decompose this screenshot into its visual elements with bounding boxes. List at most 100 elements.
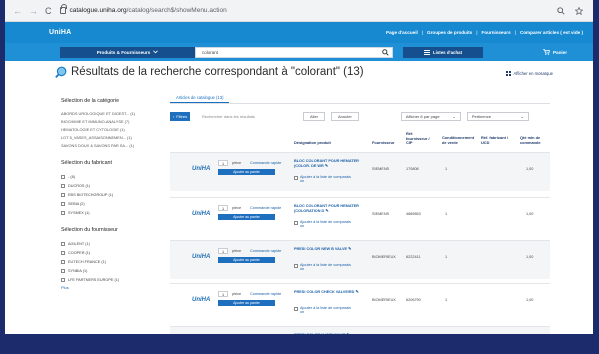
filters-button[interactable]: ‹ Filtres <box>170 111 190 121</box>
product-designation-link[interactable]: BLOC COLORANT POUR HEMATER (COLORATION D… <box>294 204 364 214</box>
manufacturer-checkbox[interactable]: EBS BIOTECHGROUP (1) <box>61 190 157 199</box>
table-row: UniHA1pièceCommande rapideAjouter au pan… <box>170 326 550 334</box>
unit-label: pièce <box>232 249 242 253</box>
quick-order-link[interactable]: Commande rapide <box>250 206 281 210</box>
quick-order-link[interactable]: Commande rapide <box>250 249 281 253</box>
supplier-checkbox[interactable]: COOPER (1) <box>61 248 157 257</box>
min-qty-cell: 1,00 <box>526 167 534 171</box>
unit-label: pièce <box>232 161 242 165</box>
compare-checkbox[interactable]: Ajouter à la liste de comparais on <box>294 263 356 272</box>
category-item[interactable]: LOT 5_VASES_ASSAISONNEMEN... (1) <box>61 134 157 142</box>
compare-checkbox[interactable]: Ajouter à la liste de comparais on <box>294 175 356 184</box>
supplier-cell: BIOMERIEUX <box>372 255 396 259</box>
quantity-input[interactable]: 1 <box>218 248 228 254</box>
forward-icon[interactable]: → <box>29 6 38 16</box>
supplier-ref-cell: 6222411 <box>406 255 421 259</box>
product-designation-link[interactable]: PRESI COLOR NEW B VALVE ✎ <box>294 247 364 252</box>
product-designation-link[interactable]: PRESI COLOR N /C/E VALVE ✎ <box>294 333 364 334</box>
cart-button[interactable]: Panier <box>543 49 567 55</box>
add-to-cart-button[interactable]: Ajouter au panier <box>218 214 275 220</box>
add-to-cart-button[interactable]: Ajouter au panier <box>218 257 275 263</box>
col-supplier[interactable]: Fournisseur <box>372 140 394 145</box>
search-input[interactable]: colorant <box>195 46 393 58</box>
sort-select[interactable]: Pertinence ⌄ <box>466 111 529 121</box>
product-logo: UniHA <box>192 254 211 260</box>
results-toolbar: ‹ Filtres Rechercher dans les résultats A… <box>170 110 550 122</box>
product-designation-link[interactable]: BLOC COLORANT POUR HEMATER (COLOR. DE WR… <box>294 159 364 169</box>
supplier-checkbox[interactable]: LFE PARTNERS EUROPE (1) <box>61 275 157 284</box>
edit-icon: ✎ <box>347 333 350 334</box>
supplier-checkbox[interactable]: SYNBIA (1) <box>61 266 157 275</box>
unit-label: pièce <box>232 206 242 210</box>
address-bar[interactable]: catalogue.uniha.org/catalog/search$/show… <box>59 4 227 18</box>
quantity-input[interactable]: 1 <box>218 291 228 297</box>
search-icon[interactable] <box>378 48 392 57</box>
min-qty-cell: 1,00 <box>526 255 534 259</box>
manufacturer-checkbox[interactable]: - (8) <box>61 172 157 181</box>
purchase-lists-button[interactable]: Listes d'achat <box>403 46 483 58</box>
cart-icon <box>543 49 550 55</box>
quick-order-link[interactable]: Commande rapide <box>250 161 281 165</box>
supplier-ref-cell: 6206790 <box>406 298 421 302</box>
reload-icon[interactable]: C <box>45 6 52 16</box>
supplier-ref-cell: 4689653 <box>406 212 421 216</box>
tab-catalog-articles[interactable]: Articles de catalogue (13) <box>170 93 230 103</box>
product-logo: UniHA <box>192 297 211 303</box>
product-designation-link[interactable]: PRESI COLOR CHECK VALVE/RD ✎ <box>294 290 364 295</box>
star-icon[interactable] <box>575 6 583 15</box>
manufacturer-checkbox[interactable]: SEBIA (2) <box>61 199 157 208</box>
chevron-down-icon: ⌄ <box>520 113 524 119</box>
magnifier-icon[interactable] <box>557 6 565 15</box>
filter-results-input[interactable]: Rechercher dans les résultats <box>202 112 297 121</box>
col-designation[interactable]: Désignation produit <box>294 140 331 145</box>
browser-nav: ← → C <box>13 6 52 16</box>
site-header: UniHA Page d'accueil | Groupes de produit… <box>5 22 593 43</box>
min-qty-cell: 1,00 <box>526 298 534 302</box>
back-icon[interactable]: ← <box>13 6 22 16</box>
mosaic-view-toggle[interactable]: Afficher en mosaïque <box>505 71 553 76</box>
quantity-input[interactable]: 1 <box>218 160 228 166</box>
category-item[interactable]: HEMATOLOGIE ET CYTOLOGIE (1) <box>61 126 157 134</box>
per-page-select[interactable]: Afficher 8 par page ⌄ <box>400 111 461 121</box>
apply-filter-button[interactable]: Aller <box>303 111 326 121</box>
more-link[interactable]: Plus <box>61 285 157 290</box>
uniha-logo[interactable]: UniHA <box>49 29 71 36</box>
packaging-cell: 1 <box>445 298 448 302</box>
list-icon <box>423 49 430 55</box>
supplier-cell: SIEMENS <box>372 212 390 216</box>
col-manufacturer-ref[interactable]: Réf. fabricant / UCD <box>481 135 511 145</box>
table-row: UniHA1pièceCommande rapideAjouter au pan… <box>170 283 550 322</box>
col-packaging[interactable]: Conditionnement de vente <box>442 135 476 145</box>
compare-checkbox[interactable]: Ajouter à la liste de comparais on <box>294 220 356 229</box>
supplier-cell: SIEMENS <box>372 167 390 171</box>
link-product-groups[interactable]: Groupes de produits <box>427 30 472 35</box>
category-item[interactable]: ABORDS UROLOGIQUE ET DIGEST... (1) <box>61 110 157 118</box>
cancel-filter-button[interactable]: Annuler <box>331 111 359 121</box>
manufacturer-checkbox[interactable]: DUCROS (1) <box>61 181 157 190</box>
supplier-checkbox[interactable]: AGILENT (1) <box>61 239 157 248</box>
link-home[interactable]: Page d'accueil <box>386 30 418 35</box>
chevron-left-icon: ‹ <box>172 113 175 119</box>
category-item[interactable]: SAVONS DOUX & SAVONS PAR SA... (1) <box>61 142 157 150</box>
link-compare[interactable]: Comparer articles ( est vide ) <box>520 30 583 35</box>
compare-checkbox[interactable]: Ajouter à la liste de comparais on <box>294 306 356 315</box>
site-search-bar: Produits & Fournisseurs colorant Listes … <box>5 43 593 61</box>
supplier-checkbox[interactable]: EUTECH FRANCE (1) <box>61 257 157 266</box>
supplier-title: Sélection du fournisseur <box>61 227 118 233</box>
table-row: UniHA1pièceCommande rapideAjouter au pan… <box>170 152 550 191</box>
col-min-qty[interactable]: Qté min de commande <box>520 135 548 145</box>
col-supplier-ref[interactable]: Réf. fournisseur / CIP <box>406 131 432 146</box>
link-suppliers[interactable]: Fournisseurs <box>482 30 511 35</box>
screenshot-frame: ← → C catalogue.uniha.org/catalog/search… <box>0 0 599 354</box>
category-item[interactable]: BIOCHIMIE ET IMMUNO-ANALYSE (7) <box>61 118 157 126</box>
manufacturer-checkbox[interactable]: SYSMEX (1) <box>61 208 157 217</box>
add-to-cart-button[interactable]: Ajouter au panier <box>218 169 275 175</box>
add-to-cart-button[interactable]: Ajouter au panier <box>218 300 275 306</box>
quantity-input[interactable]: 1 <box>218 205 228 211</box>
edit-icon: ✎ <box>348 247 352 251</box>
quick-order-link[interactable]: Commande rapide <box>250 292 281 296</box>
grid-icon <box>505 71 511 76</box>
product-logo: UniHA <box>192 211 211 217</box>
products-suppliers-button[interactable]: Produits & Fournisseurs <box>60 46 195 58</box>
browser-window: ← → C catalogue.uniha.org/catalog/search… <box>5 0 593 334</box>
